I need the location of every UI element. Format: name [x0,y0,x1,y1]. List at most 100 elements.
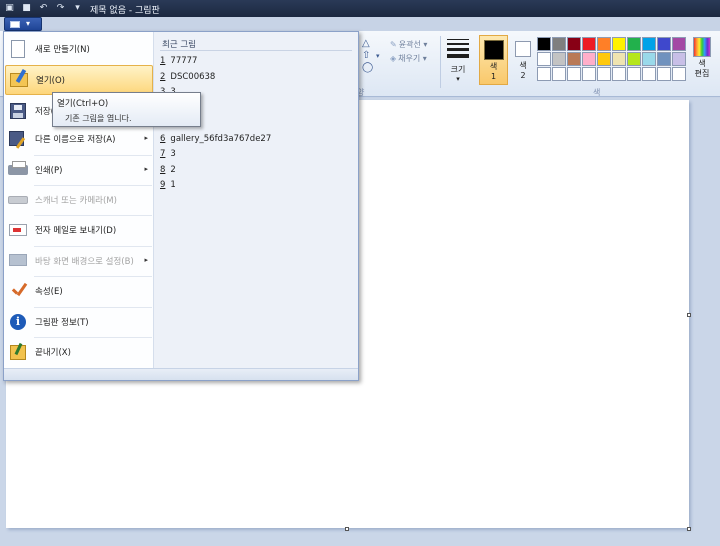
color-wheel-icon [693,37,711,57]
color1-button[interactable]: 색1 [479,35,508,85]
palette-color-swatch[interactable] [582,52,596,66]
palette-color-swatch[interactable] [642,52,656,66]
palette-color-swatch[interactable] [657,37,671,51]
recent-item[interactable]: 1 77777 [160,54,352,69]
chevron-down-icon: ▾ [456,75,460,83]
palette-color-swatch[interactable] [552,67,566,81]
palette-color-swatch[interactable] [567,67,581,81]
fill-button[interactable]: ◈ 채우기 ▾ [390,53,427,64]
color1-label: 색1 [480,62,507,82]
palette-color-swatch[interactable] [642,67,656,81]
menu-item-new[interactable]: 새로 만들기(N) [5,34,153,64]
callout-shape-icon[interactable]: ◯ [362,62,373,73]
gallery-scroll-icon[interactable]: ▾ [376,52,380,60]
recent-item[interactable]: 2 DSC00638 [160,70,352,85]
open-folder-icon [9,70,29,90]
palette-color-swatch[interactable] [582,67,596,81]
submenu-arrow-icon: ▸ [144,134,148,142]
exit-icon [8,342,28,362]
menu-item-label: 다른 이름으로 저장(A) [35,135,116,145]
resize-handle-bottom[interactable] [345,527,349,531]
color2-swatch [515,41,531,57]
palette-color-swatch[interactable] [597,52,611,66]
palette-color-swatch[interactable] [672,37,686,51]
palette-color-swatch[interactable] [657,52,671,66]
save-as-icon [8,129,28,149]
palette-color-swatch[interactable] [612,37,626,51]
menu-item-open[interactable]: 열기(O) [5,65,153,95]
recent-divider [160,50,352,51]
resize-handle-corner[interactable] [687,527,691,531]
palette-color-swatch[interactable] [597,67,611,81]
menu-item-email[interactable]: 전자 메일로 보내기(D) [5,215,153,245]
menu-item-properties[interactable]: 속성(E) [5,276,153,306]
menu-item-save-as[interactable]: 다른 이름으로 저장(A) ▸ [5,124,153,154]
submenu-arrow-icon: ▸ [144,256,148,264]
palette-color-swatch[interactable] [657,67,671,81]
palette-color-swatch[interactable] [582,37,596,51]
menu-commands-panel: 새로 만들기(N) 열기(O) 저장(S) 다른 이름으로 저장(A) ▸ 인쇄… [4,32,154,368]
edit-colors-label: 색 편집 [688,59,716,79]
menu-item-label: 바탕 화면 배경으로 설정(B) [35,257,134,267]
recent-item[interactable]: 73 [160,147,352,162]
palette-color-swatch[interactable] [612,52,626,66]
shapes-gallery[interactable]: △ ⇧ ◯ ▾ [358,38,386,82]
recent-item[interactable]: 82 [160,163,352,178]
recent-pictures-panel: 최근 그림 177777 2DSC00638 33 4 538 6gallery… [154,32,358,368]
menu-item-label: 속성(E) [35,287,63,297]
palette-color-swatch[interactable] [567,52,581,66]
scanner-icon [8,190,28,210]
color2-label-num: 2 [520,71,526,80]
palette-color-swatch[interactable] [642,37,656,51]
triangle-shape-icon[interactable]: △ [362,38,370,49]
palette-color-swatch[interactable] [672,52,686,66]
palette-color-swatch[interactable] [597,37,611,51]
size-button[interactable]: 크기 ▾ [442,36,474,88]
line-size-icon [442,39,474,58]
arrow-shape-icon[interactable]: ⇧ [362,50,370,61]
menu-item-label: 인쇄(P) [35,166,63,176]
edit-colors-label-l1: 색 [698,59,706,68]
window-title: 제목 없음 - 그림판 [90,6,160,16]
palette-color-swatch[interactable] [552,52,566,66]
title-bar: ▣ ■ ↶ ↷ ▾ 제목 없음 - 그림판 [0,0,720,17]
menu-item-print[interactable]: 인쇄(P) ▸ [5,155,153,185]
chevron-down-icon: ▾ [26,19,31,28]
palette-color-swatch[interactable] [672,67,686,81]
customize-icon[interactable]: ▾ [72,3,83,14]
checkmark-icon [8,281,28,301]
palette-color-swatch[interactable] [537,52,551,66]
recent-item[interactable]: 6 gallery_56fd3a767de27 [160,132,352,147]
edit-colors-button[interactable]: 색 편집 [688,37,716,85]
outline-icon: ✎ [390,40,397,49]
menu-item-about[interactable]: i 그림판 정보(T) [5,307,153,337]
outline-button[interactable]: ✎ 윤곽선 ▾ [390,39,427,50]
paint-app-icon[interactable]: ▣ [4,3,15,14]
save-icon[interactable]: ■ [21,3,32,14]
palette-color-swatch[interactable] [612,67,626,81]
color2-label: 색2 [511,61,535,81]
undo-icon[interactable]: ↶ [38,3,49,14]
redo-icon[interactable]: ↷ [55,3,66,14]
palette-color-swatch[interactable] [537,67,551,81]
edit-colors-label-l2: 편집 [694,69,710,78]
info-icon: i [8,312,28,332]
color-palette [537,37,686,81]
resize-handle-right[interactable] [687,313,691,317]
size-label: 크기 [450,65,466,74]
printer-icon [8,160,28,180]
paint-menu-button[interactable]: ▾ [4,17,42,31]
menu-item-label: 열기(O) [36,76,65,86]
save-disk-icon [8,101,28,121]
palette-color-swatch[interactable] [627,52,641,66]
palette-color-swatch[interactable] [552,37,566,51]
palette-color-swatch[interactable] [567,37,581,51]
palette-color-swatch[interactable] [627,67,641,81]
palette-color-swatch[interactable] [627,37,641,51]
tooltip-description: 기존 그림을 엽니다. [65,114,132,123]
desktop-icon [8,251,28,271]
menu-item-exit[interactable]: 끝내기(X) [5,337,153,367]
recent-item[interactable]: 91 [160,178,352,193]
color2-button[interactable]: 색2 [511,35,535,85]
palette-color-swatch[interactable] [537,37,551,51]
